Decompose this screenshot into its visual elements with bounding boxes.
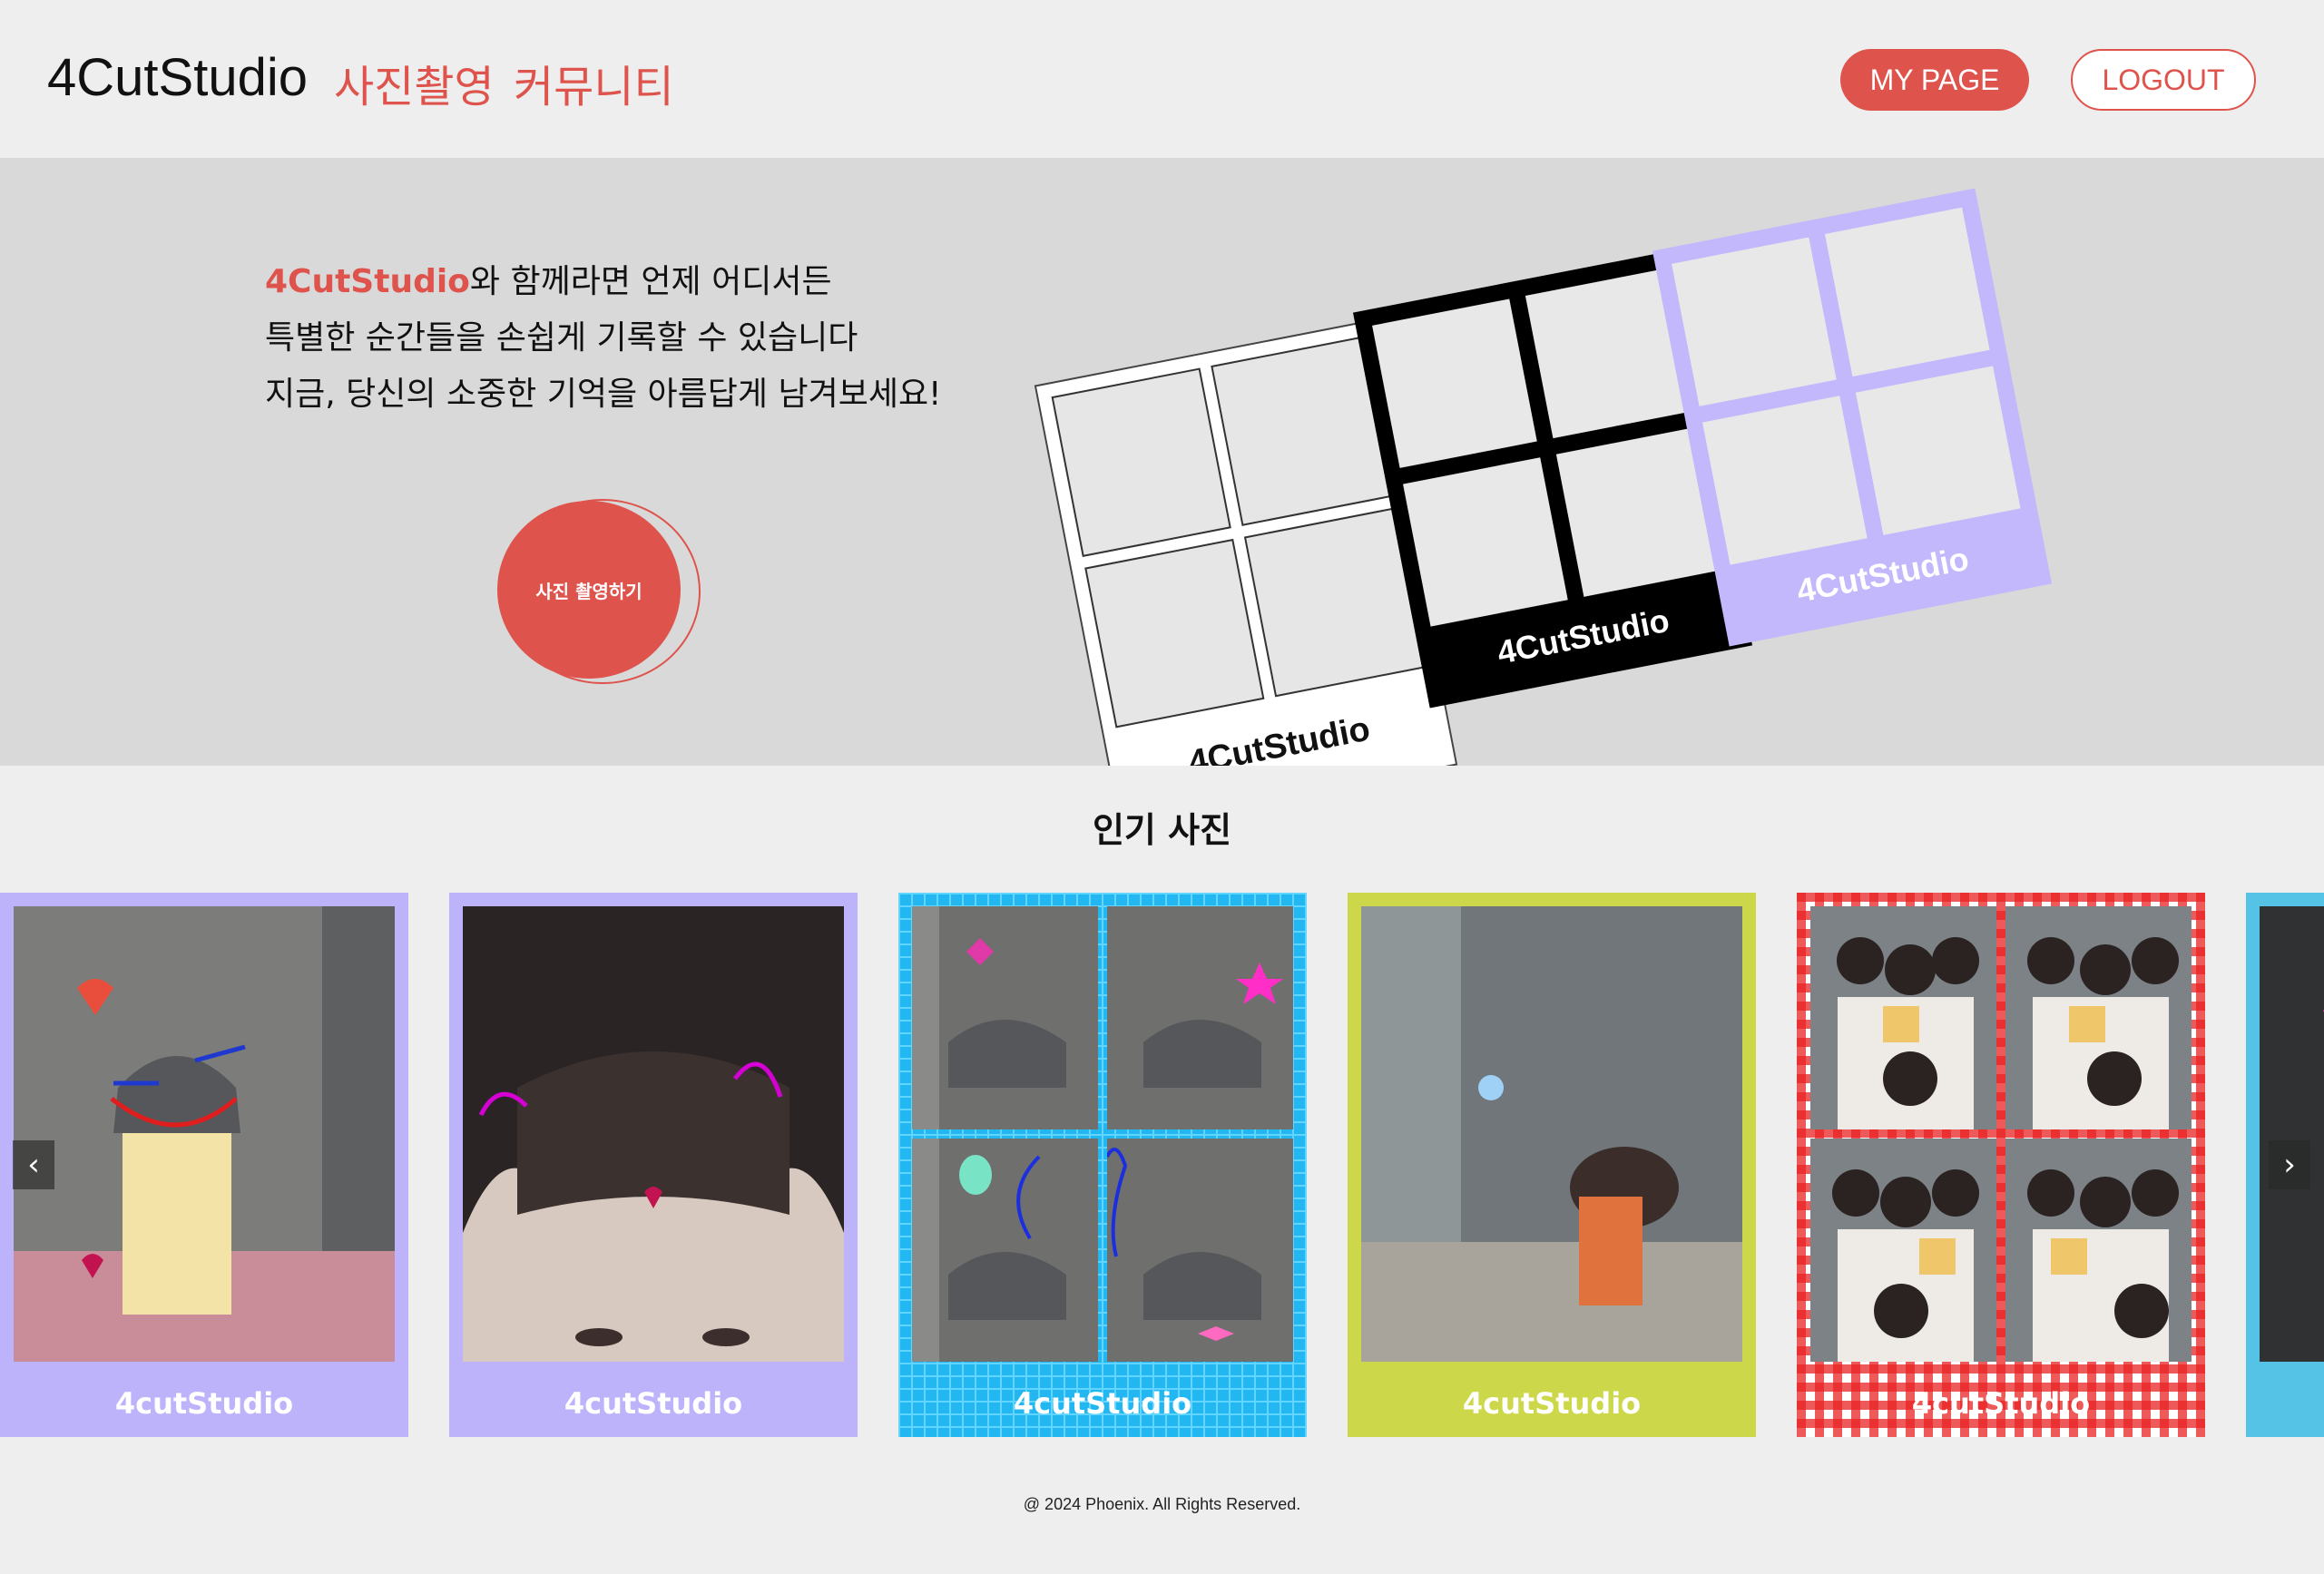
photo-illustration [912, 906, 1098, 1129]
photo-illustration [1810, 906, 1996, 1129]
photo-illustration [1107, 1139, 1293, 1362]
photo-card[interactable]: 4cutStudio [449, 893, 858, 1437]
photo-image [1361, 906, 1742, 1362]
photo-quadrant [2005, 1139, 2192, 1362]
photo-image [14, 906, 395, 1362]
photo-illustration [1107, 906, 1293, 1129]
frame-cell [1084, 538, 1265, 728]
photo-illustration [14, 906, 395, 1362]
card-label: 4cutStudio [114, 1386, 294, 1421]
carousel-prev-icon[interactable]: ‹ [13, 1140, 54, 1189]
photo-card[interactable]: 4cutStudio [0, 893, 408, 1437]
photo-quadrant [1810, 906, 1996, 1129]
my-page-button[interactable]: MY PAGE [1840, 49, 2029, 111]
nav-community[interactable]: 커뮤니티 [514, 51, 674, 114]
photo-image [463, 906, 844, 1362]
frame-cell [1824, 207, 1990, 377]
carousel-next-icon[interactable]: › [2269, 1140, 2310, 1189]
hero-brand: 4CutStudio [265, 263, 470, 300]
photo-card[interactable]: 4cutStudio [898, 893, 1307, 1437]
popular-photos-title: 인기 사진 [1092, 810, 1232, 850]
photo-quadrant [2005, 906, 2192, 1129]
photo-illustration [2005, 906, 2192, 1129]
take-photo-button[interactable]: 사진 촬영하기 [497, 501, 681, 679]
hero-text: 4CutStudio와 함께라면 언제 어디서든 특별한 순간들을 손쉽게 기록… [265, 254, 942, 423]
photo-quadrant [912, 906, 1098, 1129]
site-logo[interactable]: 4CutStudio [47, 47, 308, 108]
photo-quadrant [1107, 906, 1293, 1129]
photo-illustration [1810, 1139, 1996, 1362]
photo-quadrant [1107, 1139, 1293, 1362]
frame-cell [1855, 366, 2021, 535]
photo-image [1810, 906, 2192, 1362]
footer-copyright: @ 2024 Phoenix. All Rights Reserved. [1023, 1495, 1301, 1513]
nav-photo-shoot[interactable]: 사진촬영 [334, 51, 495, 114]
hero-line-3: 지금, 당신의 소중한 기억을 아름답게 남겨보세요! [265, 376, 942, 413]
frame-cell [1051, 367, 1231, 558]
hero-line-2: 특별한 순간들을 손쉽게 기록할 수 있습니다 [265, 319, 858, 357]
card-label: 4cutStudio [564, 1386, 743, 1421]
popular-photos-carousel: 4cutStudio 4cutStudio 4cutStudio 4cutStu… [0, 893, 2324, 1437]
photo-illustration [2260, 906, 2324, 1362]
photo-card[interactable]: 4cutStudio [1348, 893, 1756, 1437]
frame-cell [1403, 457, 1568, 627]
photo-image [2260, 906, 2324, 1362]
header: 4CutStudio 사진촬영 커뮤니티 MY PAGE LOGOUT [0, 0, 2324, 158]
card-label: 4cutStudio [1911, 1386, 2091, 1421]
hero-banner: 4CutStudio와 함께라면 언제 어디서든 특별한 순간들을 손쉽게 기록… [0, 158, 2324, 766]
logout-button[interactable]: LOGOUT [2071, 49, 2256, 111]
frame-cell [1672, 237, 1837, 406]
hero-line-1: 4CutStudio와 함께라면 언제 어디서든 [265, 254, 942, 310]
card-label: 4cutStudio [1013, 1386, 1192, 1421]
photo-card[interactable]: 4cutStudio [1797, 893, 2205, 1437]
frame-cell [1372, 298, 1537, 468]
card-label: 4cutStudio [1462, 1386, 1642, 1421]
frame-cell [1702, 396, 1868, 565]
photo-illustration [1361, 906, 1742, 1362]
hero-line-1-text: 와 함께라면 언제 어디서든 [469, 263, 832, 300]
photo-illustration [463, 906, 844, 1362]
photo-illustration [2005, 1139, 2192, 1362]
photo-image [912, 906, 1293, 1362]
photo-illustration [912, 1139, 1098, 1362]
photo-quadrant [912, 1139, 1098, 1362]
photo-quadrant [1810, 1139, 1996, 1362]
